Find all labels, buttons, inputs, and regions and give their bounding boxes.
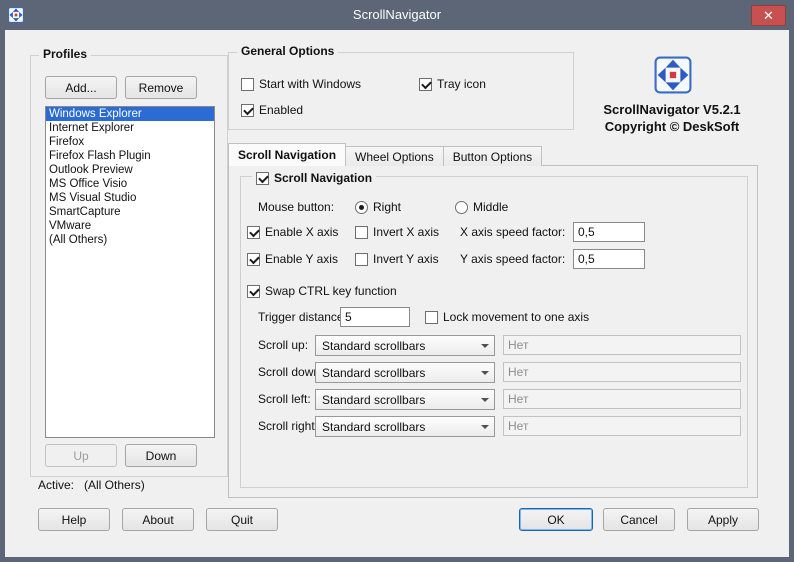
ok-button[interactable]: OK — [519, 508, 593, 531]
apply-button[interactable]: Apply — [687, 508, 759, 531]
tab-button-options[interactable]: Button Options — [444, 146, 542, 166]
start-with-windows-checkbox[interactable]: Start with Windows — [241, 74, 361, 94]
scroll-navigation-group — [240, 176, 748, 488]
app-window: ScrollNavigator ✕ Profiles Add... Remove… — [0, 0, 794, 562]
add-profile-button[interactable]: Add... — [45, 76, 117, 99]
profiles-group-label: Profiles — [39, 47, 91, 61]
profiles-listbox[interactable]: Windows Explorer Internet Explorer Firef… — [45, 106, 215, 438]
close-button[interactable]: ✕ — [751, 5, 786, 26]
general-options-label: General Options — [237, 44, 338, 58]
branding: ScrollNavigator V5.2.1 Copyright © DeskS… — [577, 101, 767, 135]
profile-item[interactable]: Outlook Preview — [46, 163, 214, 177]
enabled-checkbox[interactable]: Enabled — [241, 100, 303, 120]
remove-profile-button[interactable]: Remove — [125, 76, 197, 99]
profile-item[interactable]: MS Office Visio — [46, 177, 214, 191]
checkbox-box — [419, 78, 432, 91]
checkbox-box — [256, 172, 269, 185]
profile-item[interactable]: VMware — [46, 219, 214, 233]
checkbox-box — [241, 104, 254, 117]
profile-item[interactable]: SmartCapture — [46, 205, 214, 219]
general-options-group: General Options Start with Windows Tray … — [228, 52, 574, 130]
checkbox-label: Tray icon — [437, 77, 486, 91]
checkbox-label: Enabled — [259, 103, 303, 117]
tab-strip: Scroll Navigation Wheel Options Button O… — [228, 143, 542, 166]
tab-wheel-options[interactable]: Wheel Options — [346, 146, 444, 166]
profile-item[interactable]: Windows Explorer — [46, 107, 214, 121]
profile-item[interactable]: MS Visual Studio — [46, 191, 214, 205]
help-button[interactable]: Help — [38, 508, 110, 531]
titlebar[interactable]: ScrollNavigator ✕ — [5, 0, 789, 30]
profile-item[interactable]: Internet Explorer — [46, 121, 214, 135]
close-icon: ✕ — [763, 9, 774, 22]
checkbox-label: Scroll Navigation — [274, 171, 372, 185]
checkbox-label: Start with Windows — [259, 77, 361, 91]
cancel-button[interactable]: Cancel — [603, 508, 675, 531]
active-profile-line: Active: (All Others) — [38, 475, 145, 495]
quit-button[interactable]: Quit — [206, 508, 278, 531]
tab-scroll-navigation[interactable]: Scroll Navigation — [228, 143, 346, 166]
move-up-button: Up — [45, 444, 117, 467]
window-title: ScrollNavigator — [5, 0, 789, 30]
about-button[interactable]: About — [122, 508, 194, 531]
dialog-content: Profiles Add... Remove Windows Explorer … — [5, 30, 789, 557]
branding-copyright: Copyright © DeskSoft — [577, 118, 767, 135]
move-down-button[interactable]: Down — [125, 444, 197, 467]
tray-icon-checkbox[interactable]: Tray icon — [419, 74, 486, 94]
active-value: (All Others) — [84, 478, 145, 492]
app-logo-icon — [654, 56, 692, 94]
profile-item[interactable]: Firefox — [46, 135, 214, 149]
profile-item[interactable]: Firefox Flash Plugin — [46, 149, 214, 163]
profiles-group: Profiles Add... Remove Windows Explorer … — [30, 55, 228, 477]
active-label: Active: — [38, 478, 74, 492]
scroll-navigation-enable-checkbox[interactable]: Scroll Navigation — [252, 168, 376, 188]
checkbox-box — [241, 78, 254, 91]
branding-version: ScrollNavigator V5.2.1 — [577, 101, 767, 118]
profile-item[interactable]: (All Others) — [46, 233, 214, 247]
